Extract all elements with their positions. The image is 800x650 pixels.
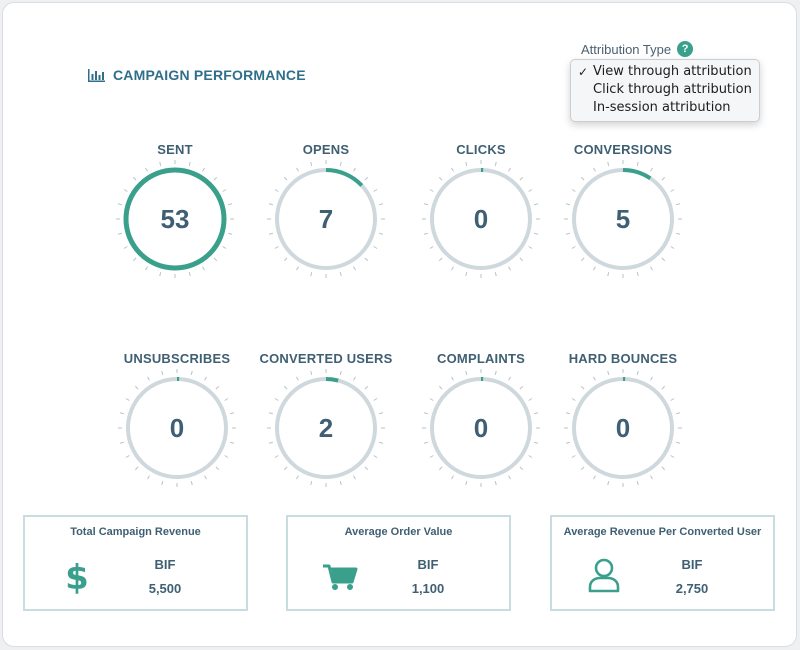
revenue-amount: 5,500	[148, 581, 182, 596]
section-title: CAMPAIGN PERFORMANCE	[113, 67, 306, 83]
section-header: CAMPAIGN PERFORMANCE	[88, 67, 306, 83]
attribution-option-view-through[interactable]: ✓ View through attribution	[571, 63, 759, 81]
attribution-type-label-row: Attribution Type ?	[581, 41, 694, 57]
attribution-option-in-session[interactable]: In-session attribution	[571, 99, 759, 117]
metric-label: OPENS	[302, 142, 350, 157]
revenue-amount: 1,100	[411, 581, 445, 596]
revenue-currency: BIF	[417, 557, 439, 572]
revenue-currency: BIF	[681, 557, 703, 572]
average-revenue-per-user-box: Average Revenue Per Converted User BIF 2…	[550, 515, 775, 611]
metric-value: 0	[473, 412, 489, 443]
campaign-performance-card: CAMPAIGN PERFORMANCE Attribution Type ? …	[2, 2, 797, 647]
metric-value: 0	[169, 412, 185, 443]
option-label: In-session attribution	[593, 100, 731, 115]
metric-value: 2	[318, 412, 334, 443]
metric-value: 0	[473, 203, 489, 234]
metric-value: 5	[615, 203, 631, 234]
metric-value: 7	[318, 203, 334, 234]
option-label: View through attribution	[593, 64, 752, 79]
user-icon	[588, 558, 620, 593]
dollar-icon: $	[65, 558, 89, 595]
revenue-currency: BIF	[154, 557, 176, 572]
help-icon[interactable]: ?	[677, 41, 694, 57]
metric-value: 0	[615, 412, 631, 443]
revenue-amount: 2,750	[675, 581, 709, 596]
attribution-type-dropdown[interactable]: ✓ View through attribution Click through…	[570, 59, 760, 122]
attribution-option-click-through[interactable]: Click through attribution	[571, 81, 759, 99]
metric-label: UNSUBSCRIBES	[123, 351, 231, 366]
metric-label: CONVERTED USERS	[259, 351, 393, 366]
metric-label: SENT	[157, 142, 193, 157]
metric-label: CONVERSIONS	[573, 142, 673, 157]
average-order-value-box: Average Order Value BIF 1,100	[286, 515, 511, 611]
revenue-title: Total Campaign Revenue	[70, 526, 201, 538]
checkmark-icon: ✓	[578, 65, 589, 79]
total-campaign-revenue-box: Total Campaign Revenue $ BIF 5,500	[23, 515, 248, 611]
revenue-title: Average Order Value	[344, 526, 453, 538]
svg-text:$: $	[65, 558, 89, 595]
revenue-title: Average Revenue Per Converted User	[563, 526, 762, 538]
bar-chart-icon	[88, 68, 105, 82]
metric-label: COMPLAINTS	[437, 351, 525, 366]
shopping-cart-icon	[323, 564, 358, 590]
metric-label: HARD BOUNCES	[568, 351, 678, 366]
attribution-type-label: Attribution Type	[581, 41, 672, 57]
metric-label: CLICKS	[456, 142, 506, 157]
metric-value: 53	[160, 203, 190, 234]
option-label: Click through attribution	[593, 82, 752, 97]
